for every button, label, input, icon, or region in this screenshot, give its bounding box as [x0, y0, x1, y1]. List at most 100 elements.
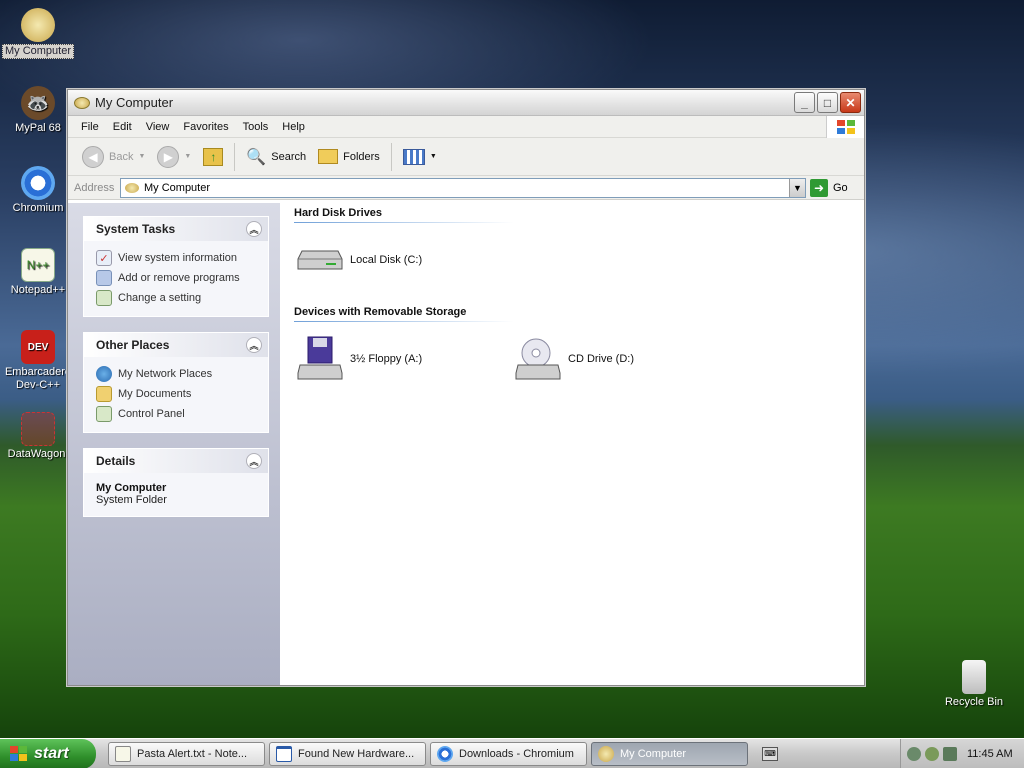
place-my-documents[interactable]: My Documents	[96, 384, 258, 404]
details-name: My Computer	[96, 482, 167, 494]
window-icon	[276, 745, 292, 762]
recycle-bin-icon	[962, 660, 986, 694]
taskbar-item-chromium[interactable]: Downloads - Chromium	[430, 741, 587, 766]
windows-logo-icon	[826, 116, 864, 138]
cd-drive-icon	[515, 338, 561, 380]
menu-bar: File Edit View Favorites Tools Help	[68, 116, 864, 138]
menu-tools[interactable]: Tools	[236, 121, 276, 133]
address-input[interactable]: My Computer ▼	[120, 177, 806, 198]
back-button[interactable]: ◀ Back ▼	[78, 145, 149, 168]
folders-button[interactable]: Folders	[314, 149, 384, 164]
details-type: System Folder	[96, 494, 167, 506]
my-computer-small-icon	[125, 182, 139, 193]
back-dropdown-icon: ▼	[138, 153, 146, 160]
go-button[interactable]: ➜ Go	[810, 178, 848, 197]
mypal-icon: 🦝	[21, 86, 55, 120]
chromium-icon	[21, 166, 55, 200]
other-places-panel: Other Places ︽ My Network Places My Docu…	[83, 332, 269, 433]
views-icon	[402, 148, 425, 165]
menu-favorites[interactable]: Favorites	[176, 121, 235, 133]
search-button[interactable]: 🔍 Search	[242, 147, 310, 167]
task-view-system-information[interactable]: ✓ View system information	[96, 248, 258, 268]
hard-disk-icon	[297, 250, 343, 270]
keyboard-layout-icon[interactable]: ⌨	[762, 746, 778, 761]
network-globe-icon	[96, 366, 112, 382]
tray-connection-icon[interactable]	[943, 746, 957, 761]
task-add-remove-programs[interactable]: Add or remove programs	[96, 268, 258, 288]
views-dropdown-icon: ▼	[429, 153, 437, 160]
system-tray: 11:45 AM	[900, 738, 1024, 768]
search-icon: 🔍	[246, 148, 267, 166]
taskbar-item-notepad[interactable]: Pasta Alert.txt - Note...	[108, 741, 265, 766]
floppy-drive-icon	[297, 336, 343, 380]
toolbar: ◀ Back ▼ ▶ ▼ ↑ 🔍 Search Folders ▼	[68, 138, 864, 176]
control-panel-icon	[96, 290, 112, 306]
collapse-chevron-icon[interactable]: ︽	[246, 453, 262, 469]
address-label: Address	[74, 181, 115, 194]
desktop-icon-my-computer[interactable]: My Computer	[0, 8, 76, 59]
views-button[interactable]: ▼	[399, 148, 441, 165]
place-my-network-places[interactable]: My Network Places	[96, 364, 258, 384]
my-computer-window: My Computer _ □ ✕ File Edit View Favorit…	[67, 89, 865, 686]
window-icon	[74, 96, 90, 109]
system-tasks-panel: System Tasks ︽ ✓ View system information…	[83, 216, 269, 317]
close-button[interactable]: ✕	[840, 92, 861, 113]
documents-folder-icon	[96, 386, 112, 402]
folder-up-icon: ↑	[203, 147, 224, 166]
folder-icon	[318, 149, 339, 164]
toolbar-separator	[390, 142, 392, 171]
other-places-header[interactable]: Other Places ︽	[84, 333, 268, 357]
taskbar-item-my-computer[interactable]: My Computer	[591, 741, 748, 766]
window-title: My Computer	[95, 95, 174, 110]
place-control-panel[interactable]: Control Panel	[96, 404, 258, 424]
menu-edit[interactable]: Edit	[106, 121, 139, 133]
address-bar: Address My Computer ▼ ➜ Go	[68, 176, 864, 200]
taskbar: start Pasta Alert.txt - Note... Found Ne…	[0, 738, 1024, 768]
minimize-button[interactable]: _	[794, 92, 815, 113]
up-button[interactable]: ↑	[199, 147, 227, 166]
group-divider	[294, 321, 514, 322]
drive-local-disk-c[interactable]: Local Disk (C:)	[296, 245, 422, 275]
collapse-chevron-icon[interactable]: ︽	[246, 221, 262, 237]
menu-file[interactable]: File	[74, 121, 106, 133]
tray-network-icon[interactable]	[925, 746, 939, 761]
forward-arrow-icon: ▶	[157, 145, 180, 168]
my-computer-icon	[598, 745, 614, 762]
drive-floppy-a[interactable]: 3½ Floppy (A:)	[296, 335, 422, 383]
system-info-icon: ✓	[96, 250, 112, 266]
details-panel: Details ︽ My Computer System Folder	[83, 448, 269, 517]
desktop-icon-devcpp[interactable]: DEV Embarcadero Dev-C++	[0, 330, 76, 392]
start-button[interactable]: start	[0, 738, 96, 768]
group-divider	[294, 222, 514, 223]
collapse-chevron-icon[interactable]: ︽	[246, 337, 262, 353]
desktop-icon-datawagon[interactable]: DataWagon.	[0, 412, 76, 461]
forward-button[interactable]: ▶ ▼	[153, 145, 195, 168]
title-bar[interactable]: My Computer _ □ ✕	[68, 90, 864, 116]
system-tasks-header[interactable]: System Tasks ︽	[84, 217, 268, 241]
notepadpp-icon: N++	[21, 248, 55, 282]
maximize-button[interactable]: □	[817, 92, 838, 113]
datawagon-icon	[21, 412, 55, 446]
desktop-icon-notepadpp[interactable]: N++ Notepad++	[0, 248, 76, 297]
desktop-icon-chromium[interactable]: Chromium	[0, 166, 76, 215]
back-arrow-icon: ◀	[82, 145, 104, 168]
group-header-hard-disks: Hard Disk Drives	[294, 207, 383, 219]
tray-app-icon[interactable]	[907, 746, 921, 761]
taskbar-item-found-new-hardware[interactable]: Found New Hardware...	[269, 741, 426, 766]
details-header[interactable]: Details ︽	[84, 449, 268, 473]
my-computer-icon	[21, 8, 55, 42]
clock[interactable]: 11:45 AM	[967, 748, 1013, 760]
window-content: System Tasks ︽ ✓ View system information…	[68, 203, 864, 685]
notepad-icon	[115, 745, 131, 762]
main-pane: Hard Disk Drives Local Disk (C:) Devices…	[280, 203, 864, 685]
desktop-icon-mypal[interactable]: 🦝 MyPal 68	[0, 86, 76, 135]
task-change-setting[interactable]: Change a setting	[96, 288, 258, 308]
drive-cd-d[interactable]: CD Drive (D:)	[514, 335, 634, 383]
address-dropdown-button[interactable]: ▼	[789, 178, 805, 197]
add-remove-programs-icon	[96, 270, 112, 286]
group-header-removable: Devices with Removable Storage	[294, 306, 467, 318]
menu-view[interactable]: View	[139, 121, 177, 133]
menu-help[interactable]: Help	[275, 121, 312, 133]
desktop-icon-recycle-bin[interactable]: Recycle Bin	[936, 660, 1012, 709]
chromium-icon	[437, 745, 453, 762]
